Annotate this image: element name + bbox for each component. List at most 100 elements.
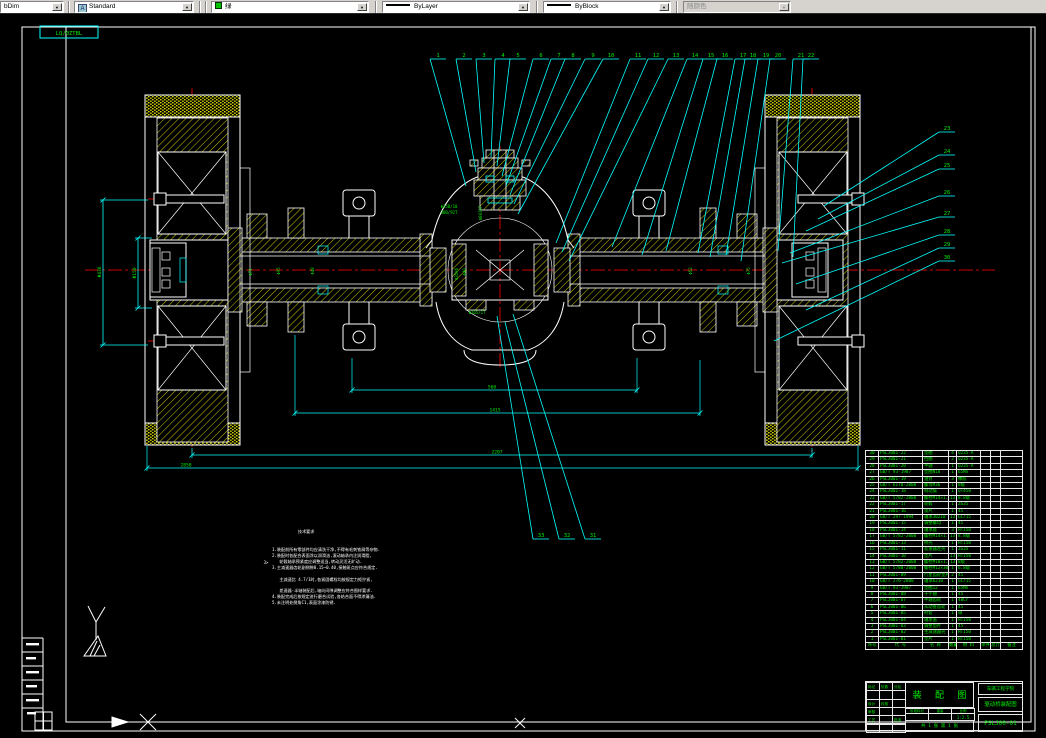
technical-notes: 技术要求 1.装配前所有零部件均应清洗干净,不得有毛刺铁屑等杂物.2.装配时各配…	[272, 517, 432, 612]
svg-text:23: 23	[944, 126, 951, 132]
dim-label: Φ95	[276, 267, 281, 275]
svg-text:30: 30	[944, 255, 951, 261]
callout-31: 31	[513, 314, 601, 539]
toolbar: bDim ▼ AStandard ▼ 绿 ▼ ByLayer ▼ ByBlock…	[0, 0, 1046, 14]
notes-lines: 1.装配前所有零部件均应清洗干净,不得有毛刺铁屑等杂物.2.装配时各配合表面涂以…	[272, 547, 432, 606]
line-swatch-icon	[547, 4, 571, 6]
svg-text:15: 15	[708, 53, 715, 59]
svg-text:22: 22	[808, 53, 815, 59]
svg-text:6: 6	[539, 53, 542, 59]
text-style-combo[interactable]: AStandard ▼	[74, 1, 194, 13]
svg-text:2: 2	[462, 53, 465, 59]
layer-color-swatch	[215, 2, 222, 9]
chevron-down-icon[interactable]: ▼	[518, 3, 528, 11]
title-block-cell	[892, 724, 906, 733]
svg-text:8: 8	[571, 53, 574, 59]
svg-text:9: 9	[591, 53, 594, 59]
callout-1: 1	[430, 53, 466, 186]
toolbar-separator	[199, 1, 201, 13]
svg-text:Φ436: Φ436	[97, 266, 103, 277]
chevron-down-icon[interactable]: ▼	[182, 3, 192, 11]
callout-16: 16	[666, 53, 733, 251]
callout-9: 9	[514, 53, 601, 204]
sheet-count: 共 1 张 第 1 张	[905, 720, 974, 732]
dim-label: Φ35k6	[454, 267, 459, 280]
svg-text:19: 19	[763, 53, 770, 59]
toolbar-separator	[536, 1, 538, 13]
chevron-down-icon[interactable]: ▼	[659, 3, 669, 11]
dimension: Φ150	[132, 236, 152, 311]
drawing-name: 驱动桥装配图	[978, 697, 1023, 712]
svg-text:3: 3	[482, 53, 485, 59]
note-line: 5.未注明处倒角C1,表面涂漆防锈.	[272, 600, 432, 606]
text-style-value: Standard	[89, 3, 115, 10]
layer-value: 绿	[225, 3, 232, 10]
svg-text:17: 17	[740, 53, 747, 59]
chevron-down-icon: ▼	[779, 3, 789, 11]
chevron-down-icon[interactable]: ▼	[357, 3, 367, 11]
line-swatch-icon	[386, 4, 410, 6]
dim-label: Φ48	[310, 267, 315, 275]
svg-text:33: 33	[538, 533, 545, 539]
svg-text:10: 10	[608, 53, 615, 59]
dimension: 560	[350, 358, 640, 393]
dim-label: LQ/0ZTBL	[56, 31, 83, 37]
plot-style-value: 随颜色	[687, 3, 707, 10]
svg-text:25: 25	[944, 163, 951, 169]
svg-text:31: 31	[590, 533, 597, 539]
callout-2: 2	[456, 53, 476, 172]
dim-label: 30B/92T	[441, 210, 458, 215]
svg-text:20: 20	[775, 53, 782, 59]
dim-label: Φ52	[688, 267, 693, 275]
dim-style-combo[interactable]: bDim ▼	[0, 1, 64, 13]
color-value: ByLayer	[414, 3, 438, 10]
notes-title: 技术要求	[272, 529, 432, 536]
toolbar-separator	[676, 1, 678, 13]
svg-text:1415: 1415	[489, 408, 500, 414]
dimension: 2207	[190, 448, 815, 458]
title-block-cell	[866, 724, 880, 733]
title-block: 标记处数分区设计校核审核工艺批准 装 配 图 阶段标记重量比例1:2.5 共 1…	[865, 681, 1023, 731]
callout-33: 33	[497, 316, 549, 539]
color-combo[interactable]: ByLayer ▼	[382, 1, 530, 13]
svg-text:7: 7	[557, 53, 560, 59]
svg-text:24: 24	[944, 149, 951, 155]
parts-table: 30PSLJ001-22垫圈4Q235-A29PSLJ001-21挡圈2Q235…	[865, 450, 1023, 650]
parts-list: 30PSLJ001-22垫圈4Q235-A29PSLJ001-21挡圈2Q235…	[865, 450, 1023, 650]
svg-text:26: 26	[944, 190, 951, 196]
svg-text:32: 32	[564, 533, 571, 539]
svg-text:5: 5	[516, 53, 519, 59]
plot-style-combo: 随颜色 ▼	[683, 1, 791, 13]
drawing-number: PSLJ00-01	[978, 714, 1023, 732]
callout-11: 11	[556, 53, 646, 243]
svg-text:14: 14	[692, 53, 699, 59]
callout-3: 3	[476, 53, 492, 163]
layer-combo[interactable]: 绿 ▼	[211, 1, 369, 13]
svg-text:27: 27	[944, 211, 951, 217]
svg-text:12: 12	[653, 53, 660, 59]
left-wheel	[145, 95, 240, 445]
svg-text:18: 18	[750, 53, 757, 59]
dimension: Φ436	[97, 198, 148, 348]
linetype-combo[interactable]: ByBlock ▼	[543, 1, 671, 13]
toolbar-separator	[68, 1, 70, 13]
dim-label: 3>	[264, 560, 269, 565]
dim-label: Φ25B/10	[441, 204, 458, 209]
toolbar-separator	[375, 1, 377, 13]
svg-text:1: 1	[436, 53, 439, 59]
callout-12: 12	[562, 53, 664, 252]
text-style-icon: A	[78, 4, 87, 13]
callout-14: 14	[612, 53, 703, 247]
dim-label: Φ80JS7	[478, 205, 483, 220]
chevron-down-icon[interactable]: ▼	[52, 3, 62, 11]
svg-text:29: 29	[944, 242, 951, 248]
callout-13: 13	[569, 53, 684, 261]
dim-label: Φ40	[462, 268, 467, 276]
dim-label: Φ75	[746, 267, 751, 275]
svg-text:16: 16	[722, 53, 729, 59]
input-shaft	[470, 150, 530, 210]
organization-name: 车辆工程学院	[978, 683, 1023, 695]
strip-text-marks	[26, 643, 39, 714]
svg-text:21: 21	[798, 53, 805, 59]
svg-text:28: 28	[944, 229, 951, 235]
